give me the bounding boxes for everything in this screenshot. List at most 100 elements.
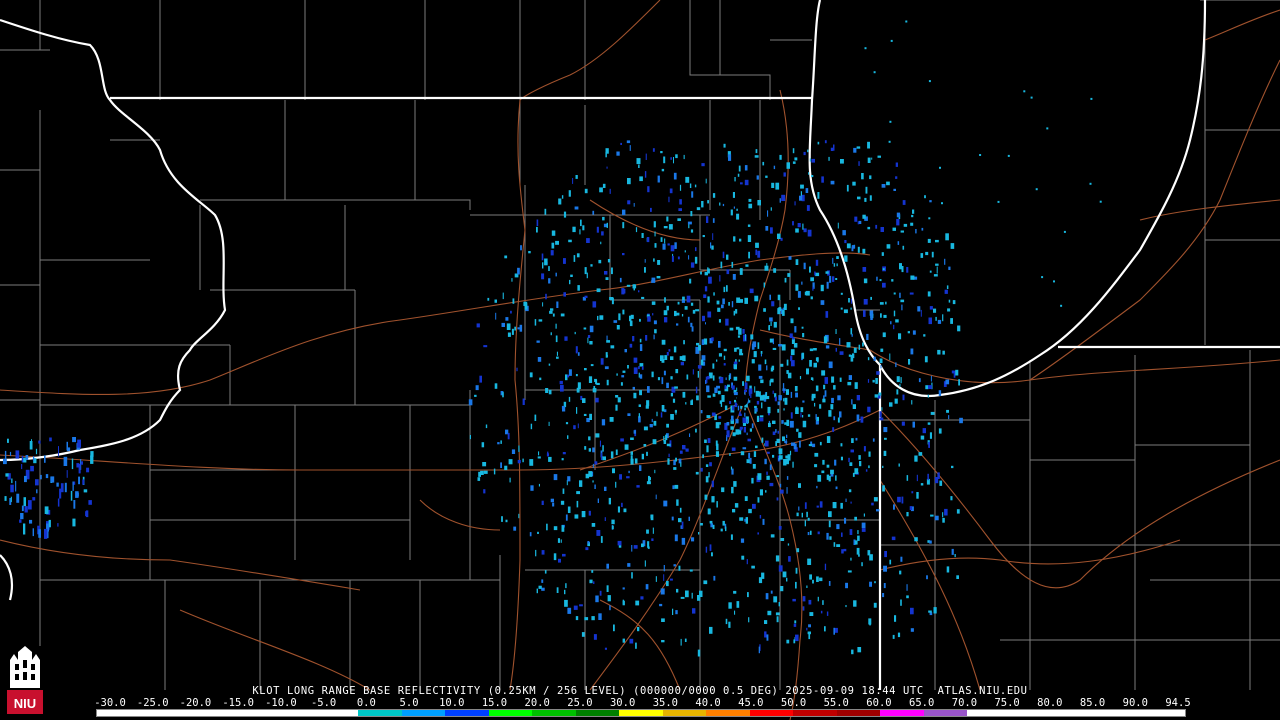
echo-cell xyxy=(722,203,725,207)
echo-cell xyxy=(600,358,604,365)
echo-cell xyxy=(712,233,714,240)
echo-cell xyxy=(876,276,878,281)
echo-cell xyxy=(755,445,758,449)
echo-cell xyxy=(703,338,708,345)
echo-cell xyxy=(873,602,877,608)
echo-cell xyxy=(862,214,866,219)
echo-cell xyxy=(757,473,762,480)
echo-cell xyxy=(575,346,578,353)
echo-cell xyxy=(615,404,618,411)
echo-cell xyxy=(758,577,763,584)
echo-cell xyxy=(728,302,730,306)
echo-cell xyxy=(779,198,781,203)
echo-cell xyxy=(726,422,730,426)
echo-cell xyxy=(548,421,550,426)
echo-cell xyxy=(917,306,921,312)
echo-cell xyxy=(751,423,754,429)
echo-cell xyxy=(809,612,814,616)
echo-cell xyxy=(671,255,674,262)
echo-cell xyxy=(770,227,773,234)
echo-cell xyxy=(948,415,950,420)
echo-cell xyxy=(722,298,725,305)
echo-cell xyxy=(936,266,938,274)
echo-cell xyxy=(801,281,803,285)
echo-cell xyxy=(837,222,839,229)
echo-cell xyxy=(592,447,595,453)
echo-cell xyxy=(576,407,578,414)
echo-cell xyxy=(801,512,803,518)
echo-cell xyxy=(795,284,799,291)
echo-cell xyxy=(688,516,690,521)
echo-cell xyxy=(689,183,692,188)
echo-cell xyxy=(530,423,533,430)
echo-cell xyxy=(572,178,574,184)
echo-cell xyxy=(897,496,901,503)
echo-cell xyxy=(928,610,932,613)
echo-cell xyxy=(816,505,819,508)
echo-cell xyxy=(945,379,950,385)
echo-cell xyxy=(850,501,852,504)
echo-cell xyxy=(733,376,738,381)
echo-cell xyxy=(706,445,709,453)
echo-cell xyxy=(840,443,843,447)
echo-cell xyxy=(628,470,630,474)
echo-cell xyxy=(937,319,942,324)
echo-cell xyxy=(706,385,710,393)
echo-cell xyxy=(951,370,955,374)
echo-cell xyxy=(611,267,613,275)
echo-cell xyxy=(70,490,73,501)
echo-cell xyxy=(587,337,589,344)
echo-cell xyxy=(700,410,703,414)
echo-cell xyxy=(638,290,640,293)
echo-cell xyxy=(687,316,690,323)
echo-cell xyxy=(730,209,733,216)
echo-cell xyxy=(511,449,516,454)
echo-cell xyxy=(891,536,896,541)
echo-cell xyxy=(629,315,632,322)
echo-cell xyxy=(611,525,614,530)
echo-cell xyxy=(707,296,710,303)
echo-cell xyxy=(590,364,594,367)
echo-cell xyxy=(863,310,866,317)
echo-cell xyxy=(676,588,679,593)
echo-cell xyxy=(954,554,956,558)
echo-cell xyxy=(760,354,762,357)
echo-cell xyxy=(805,290,810,296)
echo-cell xyxy=(569,279,571,285)
echo-cell xyxy=(735,309,738,314)
echo-cell xyxy=(516,367,518,372)
echo-cell xyxy=(661,339,666,345)
echo-cell xyxy=(661,640,665,643)
echo-cell xyxy=(863,446,866,452)
echo-cell xyxy=(869,581,872,587)
echo-cell xyxy=(584,446,587,450)
echo-cell xyxy=(663,370,666,376)
echo-cell xyxy=(726,269,730,275)
echo-cell xyxy=(592,210,595,215)
echo-cell xyxy=(734,363,737,370)
echo-cell xyxy=(589,579,593,584)
echo-cell xyxy=(757,342,760,349)
echo-cell xyxy=(842,230,846,236)
echo-cell xyxy=(826,532,829,540)
echo-cell xyxy=(897,241,900,245)
echo-cell xyxy=(631,572,633,579)
echo-cell xyxy=(909,506,913,511)
echo-cell xyxy=(886,244,891,249)
echo-cell xyxy=(632,386,635,390)
echo-cell xyxy=(815,272,820,277)
echo-cell xyxy=(629,320,633,327)
echo-cell xyxy=(747,438,751,442)
echo-cell xyxy=(743,426,746,433)
echo-cell xyxy=(892,634,895,639)
echo-cell xyxy=(520,245,522,251)
echo-cell xyxy=(769,464,772,471)
echo-cell xyxy=(896,212,901,218)
echo-cell xyxy=(71,458,74,470)
echo-cell xyxy=(729,453,731,456)
echo-cell xyxy=(911,214,914,218)
echo-cell xyxy=(779,483,782,488)
echo-cell xyxy=(892,227,896,231)
echo-cell xyxy=(811,393,816,399)
echo-cell xyxy=(519,324,523,332)
